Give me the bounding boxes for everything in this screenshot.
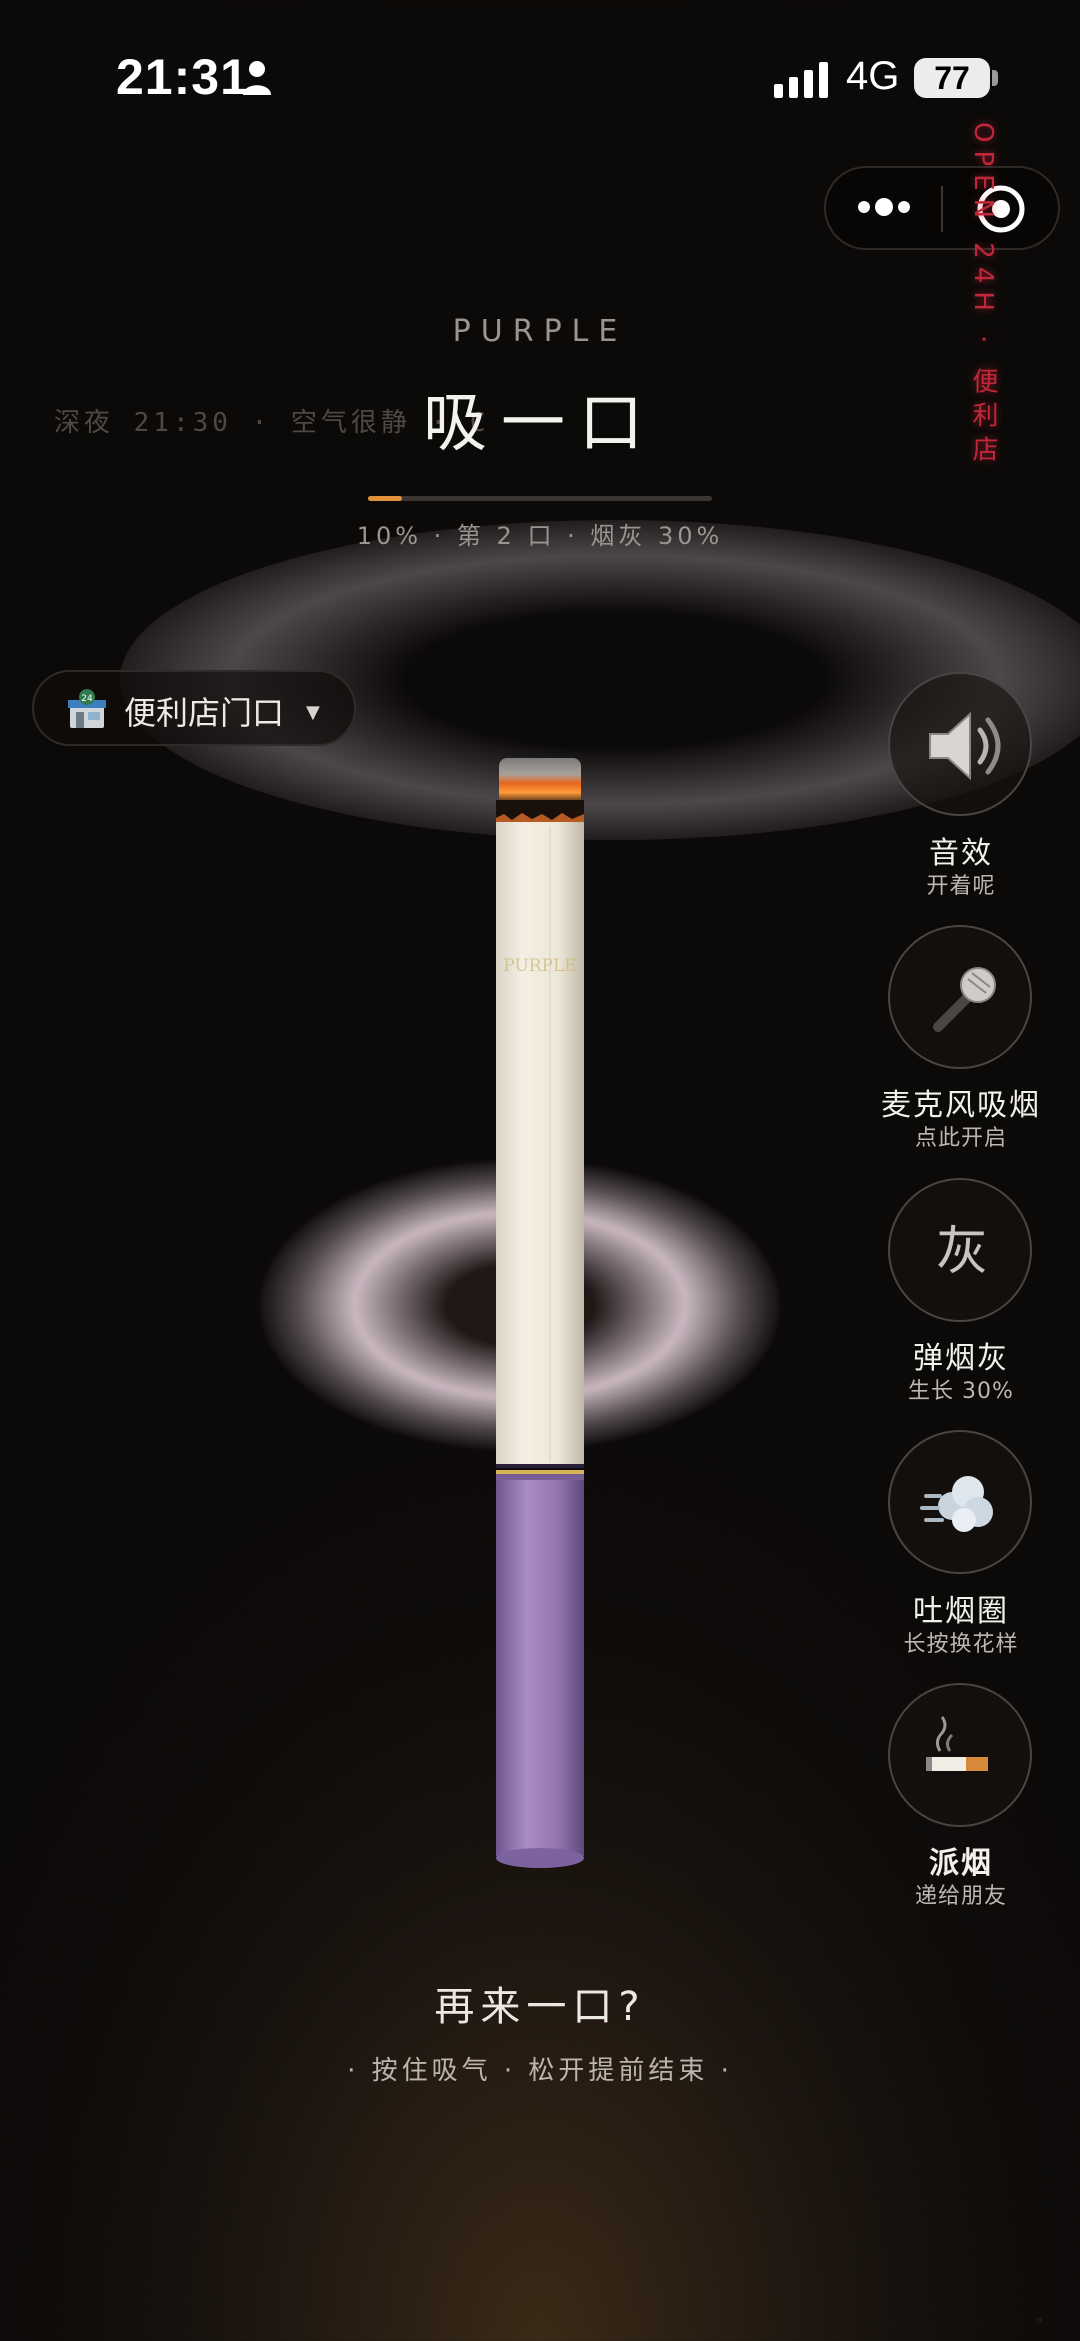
again-prompt: 再来一口? [434, 1984, 646, 2030]
neon-sign: OPEN 24H · 便利店 [968, 122, 998, 470]
smoke-ring-sub: 长按换花样 [903, 1632, 1019, 1657]
mic-sub: 点此开启 [914, 1126, 1007, 1151]
store-icon: 24 [68, 689, 106, 728]
battery-cap [992, 70, 998, 86]
more-icon[interactable] [856, 196, 912, 218]
page-title: 吸一口 [423, 387, 657, 461]
network-type: 4G [846, 54, 900, 98]
ash-glyph: 灰 [935, 1222, 988, 1282]
cigarette-icon [926, 1716, 988, 1771]
chevron-down-icon: ▼ [306, 702, 320, 723]
svg-text:24: 24 [81, 694, 93, 704]
flick-ash-sub: 生长 30% [908, 1379, 1014, 1404]
progress-text: 10% · 第 2 口 · 烟灰 30% [356, 522, 724, 550]
cigarette-brand-print: PURPLE [503, 956, 577, 976]
sound-sub: 开着呢 [926, 874, 996, 899]
flick-ash-button[interactable]: 灰 [888, 1178, 1032, 1322]
progress-fill [368, 496, 402, 501]
capsule-divider [941, 186, 943, 232]
brand-name: PURPLE [452, 314, 628, 349]
share-sub: 递给朋友 [914, 1884, 1007, 1909]
ember [499, 758, 581, 804]
smoke-ring-button[interactable] [888, 1430, 1032, 1574]
microphone-icon [933, 967, 996, 1032]
smoke-ring-label: 吐烟圈 [913, 1594, 1009, 1629]
watermark: ◦ [1036, 2314, 1044, 2328]
share-label: 派烟 [929, 1846, 993, 1881]
battery-level: 77 [914, 58, 990, 98]
sound-label: 音效 [929, 836, 993, 871]
share-cigarette-button[interactable] [888, 1683, 1032, 1827]
mic-button[interactable] [888, 925, 1032, 1069]
progress-track [368, 496, 712, 501]
smoke-puff-icon [920, 1476, 993, 1532]
location-label: 便利店门口 [124, 694, 285, 732]
status-time: 21:31 [116, 49, 249, 105]
cigarette-filter [496, 1480, 584, 1856]
speaker-icon [929, 711, 1001, 781]
cigarette-paper [496, 822, 584, 1464]
sound-button[interactable] [888, 672, 1032, 816]
mic-label: 麦克风吸烟 [881, 1088, 1041, 1123]
cigarette[interactable] [496, 756, 584, 1872]
person-icon [243, 61, 271, 95]
signal-icon [774, 62, 828, 98]
hint-text: · 按住吸气 · 松开提前结束 · [347, 2056, 733, 2086]
gold-band [496, 1464, 584, 1468]
flick-ash-label: 弹烟灰 [913, 1341, 1009, 1376]
